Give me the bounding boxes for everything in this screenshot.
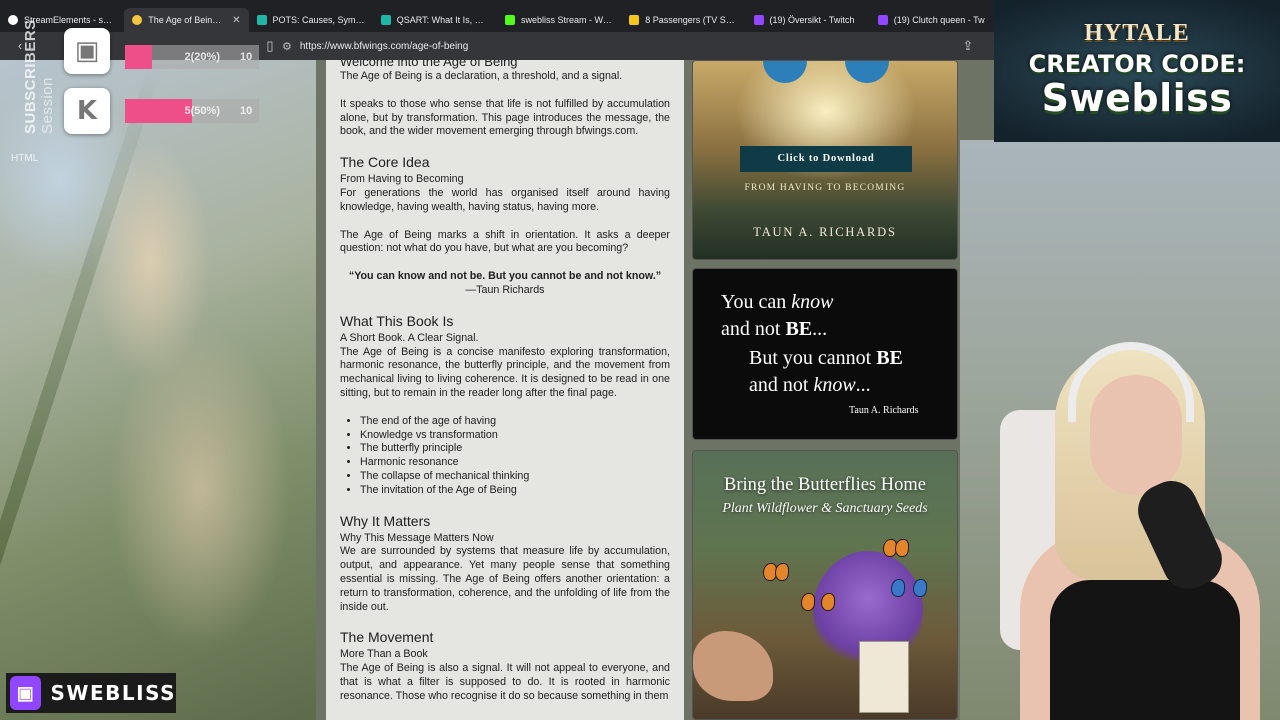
channel-name: SWEBLISS [50, 681, 176, 705]
article-panel: Welcome into the Age of Being The Age of… [326, 60, 684, 720]
kick-goal-value: 10 [240, 105, 253, 117]
site-settings-icon[interactable]: ⚙ [282, 40, 292, 53]
core-idea-heading: The Core Idea [340, 154, 430, 171]
twitch-goal-value: 10 [240, 51, 253, 63]
list-item: The collapse of mechanical thinking [360, 470, 670, 484]
html-label: HTML [11, 153, 39, 164]
url-text: https://www.bfwings.com/age-of-being [299, 40, 469, 52]
hand-with-seeds-image [693, 631, 773, 701]
list-item: The butterfly principle [360, 442, 670, 456]
tab-kick-stream[interactable]: swebliss Stream - Watch L [497, 8, 621, 32]
share-icon[interactable]: ⇪ [960, 38, 976, 54]
book-subheading: A Short Book. A Clear Signal. [340, 331, 479, 344]
tab-qsart[interactable]: QSART: What It Is, Purpose [373, 8, 497, 32]
butterfly-wing-icon [845, 61, 889, 83]
butterfly-icon [891, 579, 927, 605]
intro-heading: Welcome into the Age of Being [340, 60, 518, 69]
heart-icon [132, 15, 143, 25]
list-item: The invitation of the Age of Being [360, 484, 670, 498]
list-item: Harmonic resonance [360, 456, 670, 470]
tab-pots[interactable]: POTS: Causes, Symptoms, [249, 8, 373, 32]
tab-title: QSART: What It Is, Purpose [396, 15, 489, 25]
quote-line: and not know... [749, 374, 871, 396]
download-button[interactable]: Click to Download [740, 146, 912, 172]
tab-twitch-overview[interactable]: (19) Översikt - Twitch [746, 8, 870, 32]
quote-line: But you cannot BE [749, 347, 903, 369]
quote-card: You can know and not BE... But you canno… [692, 268, 958, 440]
quote-line: You can know [721, 291, 834, 313]
book-author: TAUN A. RICHARDS [753, 225, 897, 239]
quote-card-author: Taun A. Richards [849, 405, 919, 416]
list-item: The end of the age of having [360, 415, 670, 429]
book-paragraph: The Age of Being is a concise manifesto … [340, 345, 670, 399]
tab-twitch-clutch[interactable]: (19) Clutch queen - Tw [870, 8, 994, 32]
tab-age-of-being[interactable]: The Age of Being | Tau ✕ [124, 8, 249, 32]
book-tagline: FROM HAVING TO BECOMING [744, 183, 906, 193]
tab-title: 8 Passengers (TV Series 20 [645, 15, 737, 25]
why-paragraph: We are surrounded by systems that measur… [340, 545, 670, 613]
quote-author: —Taun Richards [465, 283, 545, 296]
movement-subheading: More Than a Book [340, 648, 428, 661]
quote-line: and not BE... [721, 318, 828, 340]
twitch-icon [753, 15, 764, 25]
butterflies-card[interactable]: Bring the Butterflies Home Plant Wildflo… [692, 450, 958, 720]
tab-title: (19) Översikt - Twitch [769, 15, 855, 25]
twitch-icon [877, 15, 888, 25]
why-heading: Why It Matters [340, 512, 431, 529]
imdb-icon [629, 15, 640, 25]
book-topics-list: The end of the age of having Knowledge v… [360, 415, 670, 498]
headset [1068, 342, 1194, 422]
butterfly-icon [801, 593, 835, 617]
creator-code-label: CREATOR CODE: [1028, 50, 1246, 78]
why-subheading: Why This Message Matters Now [340, 531, 494, 544]
tab-strip: StreamElements - swebliss The Age of Bei… [0, 8, 994, 32]
creator-code-name: Swebliss [1041, 76, 1233, 120]
tab-title: swebliss Stream - Watch L [521, 15, 613, 25]
list-item: Knowledge vs transformation [360, 429, 670, 443]
tab-title: (19) Clutch queen - Tw [893, 15, 985, 25]
background-left [0, 60, 316, 720]
seed-packet-image [859, 641, 909, 713]
book-quote: “You can know and not be. But you cannot… [348, 270, 662, 283]
butterfly-icon [763, 563, 789, 581]
butterflies-title: Bring the Butterflies Home [724, 475, 926, 495]
site-icon [256, 15, 267, 25]
butterflies-subtitle: Plant Wildflower & Sanctuary Seeds [722, 501, 928, 516]
kick-progress-label: 5(50%) [184, 105, 220, 117]
site-icon [380, 15, 391, 25]
hytale-creator-code-banner: HYTALE CREATOR CODE: Swebliss [994, 0, 1280, 142]
book-cover-card[interactable]: Click to Download FROM HAVING TO BECOMIN… [692, 60, 958, 260]
intro-paragraph: The Age of Being is a declaration, a thr… [340, 70, 623, 82]
tab-imdb[interactable]: 8 Passengers (TV Series 20 [621, 8, 745, 32]
tab-title: POTS: Causes, Symptoms, [272, 15, 365, 25]
kick-platform-icon: K [64, 88, 110, 134]
twitch-platform-icon: ▣ [64, 28, 110, 74]
core-idea-subheading: From Having to Becoming [340, 173, 464, 186]
hytale-logo: HYTALE [1084, 20, 1190, 46]
butterfly-icon [883, 539, 909, 557]
kick-icon [505, 15, 515, 25]
twitch-progress-label: 2(20%) [184, 51, 220, 63]
streamer-top [1050, 580, 1240, 720]
promo-column: Click to Download FROM HAVING TO BECOMIN… [692, 60, 958, 720]
core-idea-paragraph: The Age of Being marks a shift in orient… [340, 228, 670, 255]
butterfly-wing-icon [763, 61, 807, 83]
url-field[interactable]: ⚙ https://www.bfwings.com/age-of-being [282, 36, 972, 56]
kick-sub-goal-bar: 5(50%) [125, 99, 259, 123]
twitch-logo-icon: ▣ [10, 676, 41, 710]
webcam-feed [960, 330, 1280, 720]
movement-paragraph: The Age of Being is also a signal. It wi… [340, 662, 670, 702]
session-subscribers-label: SUBSCRIBERS Session [22, 19, 56, 134]
close-tab-icon[interactable]: ✕ [232, 15, 240, 26]
channel-name-tag: ▣ SWEBLISS [6, 673, 176, 713]
bookmark-icon[interactable]: ▯ [262, 38, 278, 54]
streamelements-icon [8, 15, 18, 25]
movement-heading: The Movement [340, 629, 434, 646]
tab-title: The Age of Being | Tau [148, 15, 226, 25]
core-idea-paragraph: For generations the world has organised … [340, 186, 670, 213]
book-heading: What This Book Is [340, 312, 454, 329]
twitch-sub-goal-bar: 2(20%) [125, 45, 259, 69]
intro-paragraph: It speaks to those who sense that life i… [340, 97, 670, 138]
